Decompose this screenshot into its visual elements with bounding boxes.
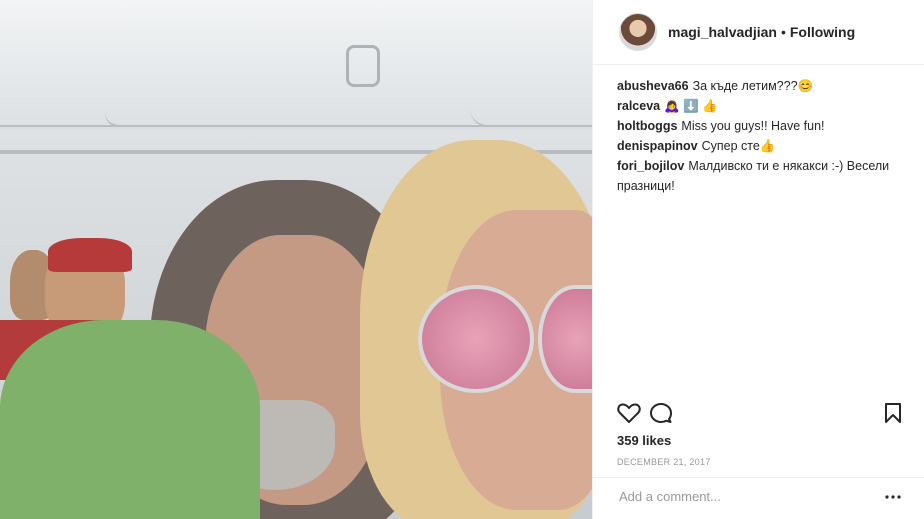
ellipsis-icon[interactable]: [885, 484, 901, 505]
post-date: DECEMBER 21, 2017: [617, 457, 711, 467]
action-bar: [617, 402, 907, 430]
separator-dot: •: [780, 24, 786, 40]
divider: [593, 477, 924, 478]
comment-username[interactable]: abusheva66: [617, 79, 689, 93]
comment-username[interactable]: denispapinov: [617, 139, 698, 153]
comment: ralceva 🙇‍♀️ ⬇️ 👍: [617, 96, 907, 116]
comment-text: За къде летим???😊: [692, 79, 814, 93]
instagram-post: magi_halvadjian • Following abusheva66 За…: [0, 0, 924, 519]
comment-username[interactable]: fori_bojilov: [617, 159, 684, 173]
post-header: magi_halvadjian • Following: [593, 0, 924, 65]
comment-text: 🙇‍♀️ ⬇️ 👍: [664, 99, 718, 113]
green-shirt: [0, 320, 260, 519]
avatar[interactable]: [619, 13, 657, 51]
comment-text: Miss you guys!! Have fun!: [681, 119, 825, 133]
comment: denispapinov Супер сте👍: [617, 136, 907, 156]
comment-username[interactable]: ralceva: [617, 99, 660, 113]
author-username[interactable]: magi_halvadjian: [668, 24, 777, 40]
overhead-bin: [470, 0, 592, 127]
likes-count[interactable]: 359 likes: [617, 433, 671, 448]
comments-list: abusheva66 За къде летим???😊 ralceva 🙇‍♀️ …: [617, 76, 907, 196]
red-cap: [48, 238, 132, 272]
comment-text: Супер сте👍: [701, 139, 776, 153]
bookmark-icon[interactable]: [883, 402, 903, 430]
sunglasses-lens: [418, 285, 534, 393]
post-side-panel: magi_halvadjian • Following abusheva66 За…: [592, 0, 924, 519]
comment-username[interactable]: holtboggs: [617, 119, 677, 133]
comment: holtboggs Miss you guys!! Have fun!: [617, 116, 907, 136]
post-photo[interactable]: [0, 0, 592, 519]
following-button[interactable]: Following: [790, 24, 855, 40]
reading-light: [346, 45, 380, 87]
comment: abusheva66 За къде летим???😊: [617, 76, 907, 96]
heart-icon[interactable]: [617, 402, 641, 430]
comment: fori_bojilov Малдивско ти е някакси :-) В…: [617, 156, 907, 196]
comment-bubble-icon[interactable]: [649, 402, 673, 430]
add-comment-input[interactable]: [617, 488, 871, 505]
